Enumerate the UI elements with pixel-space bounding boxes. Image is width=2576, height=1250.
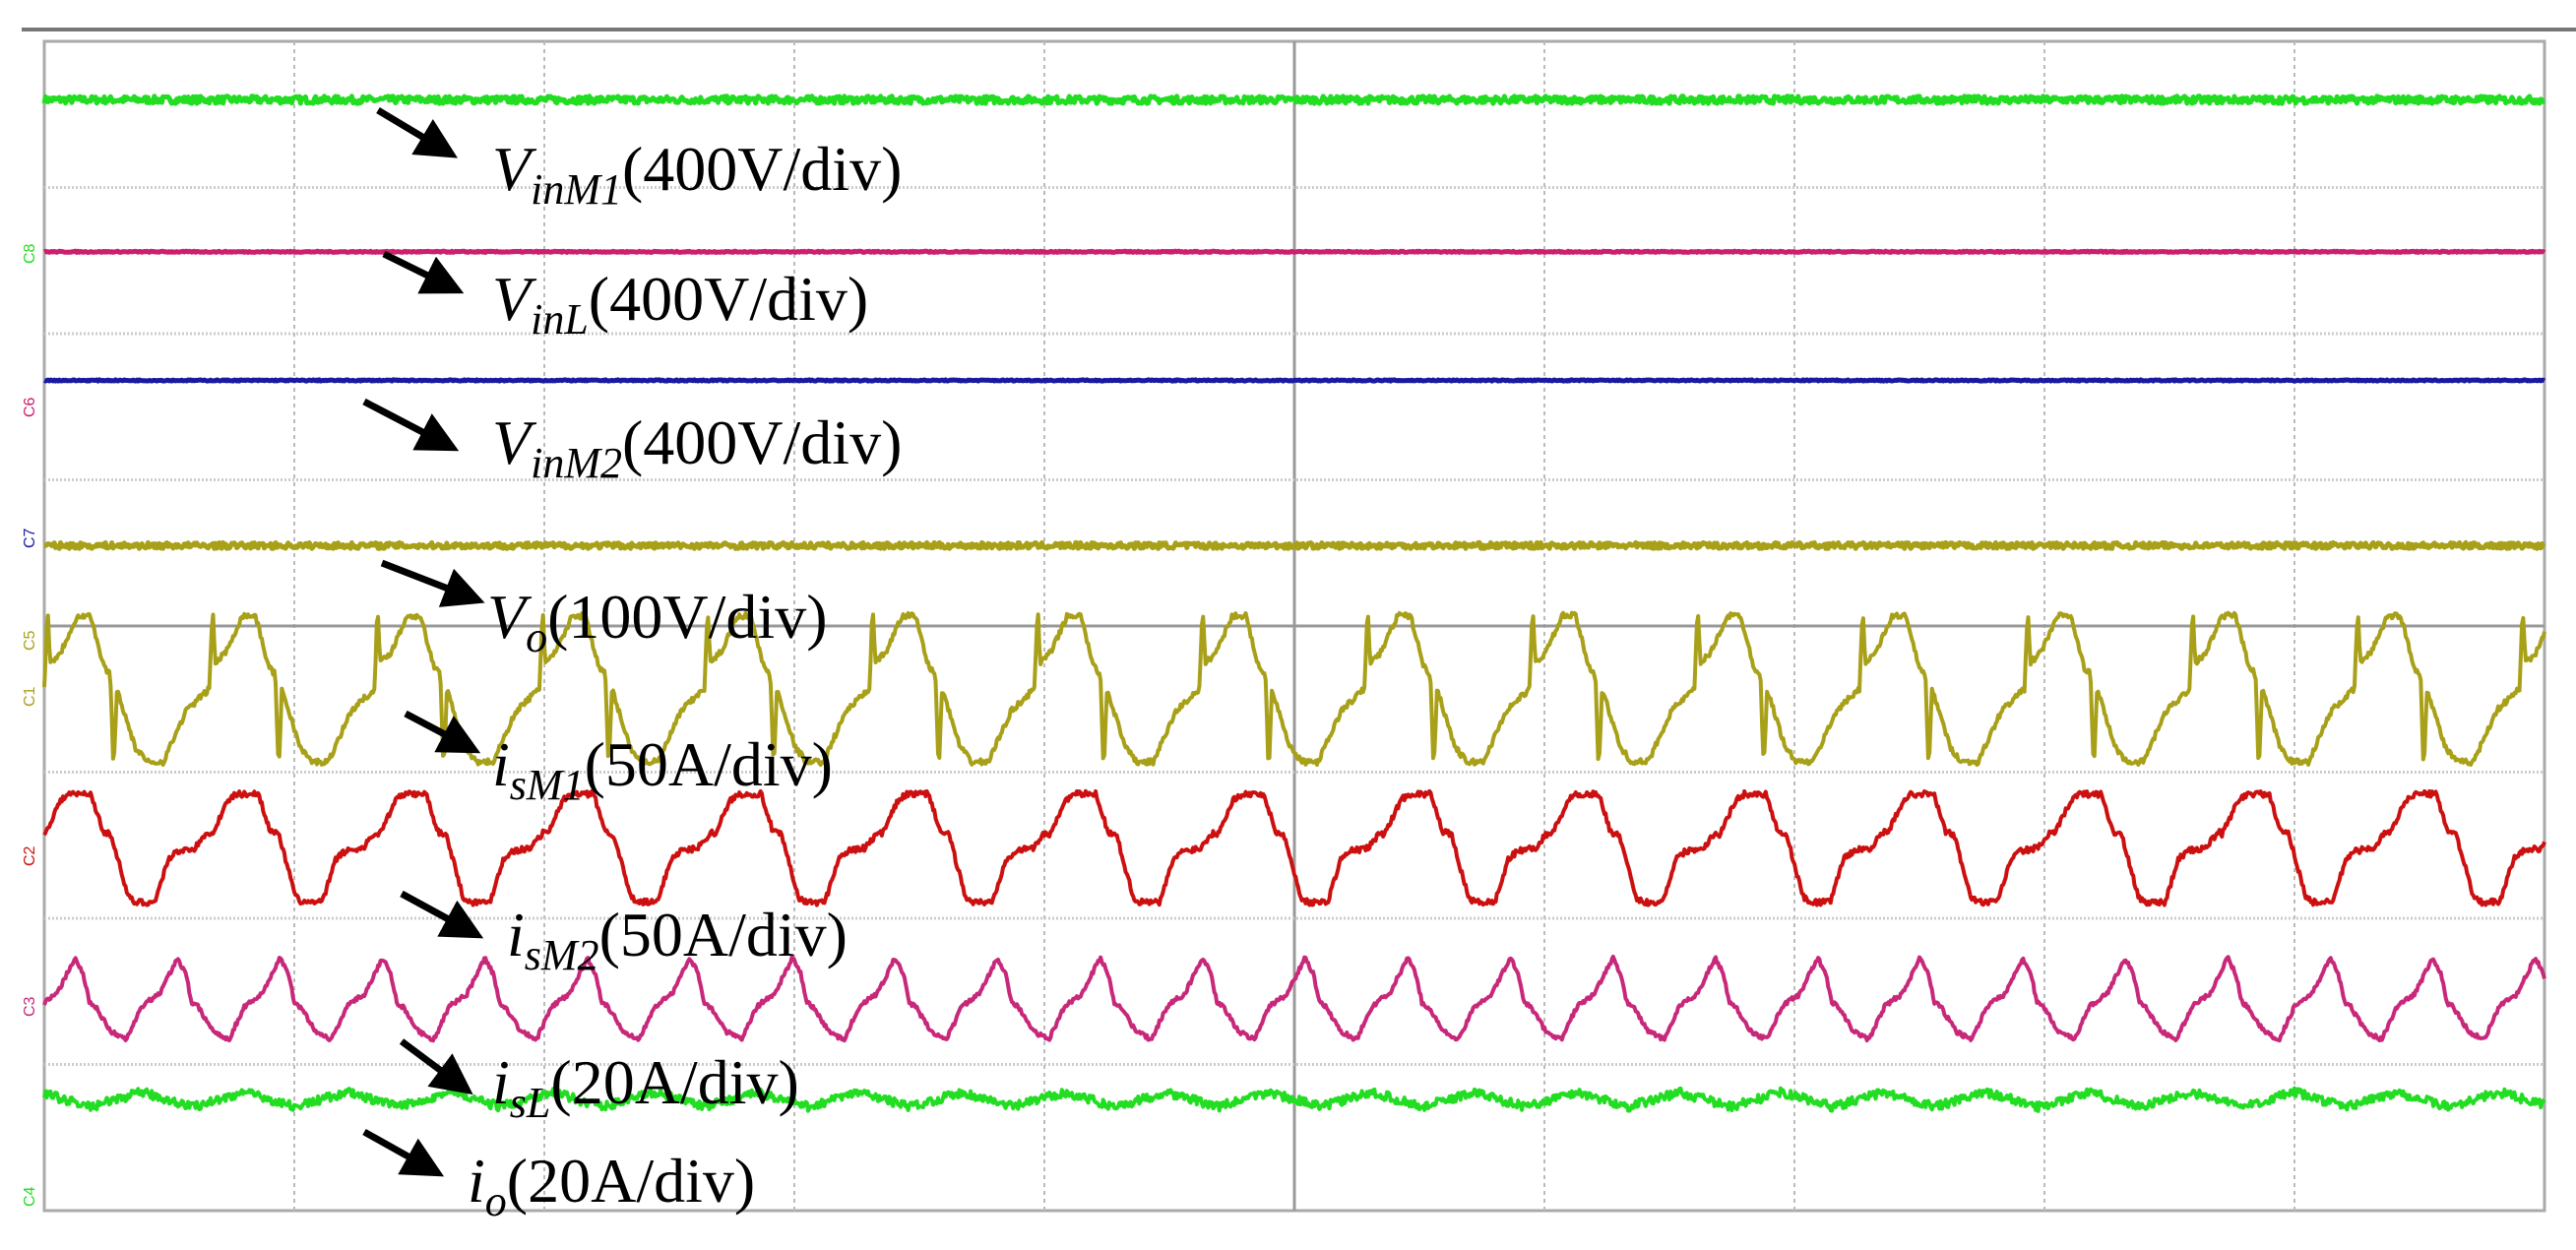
label-vo: Vo(100V/div) bbox=[487, 586, 828, 659]
label-ism1: isM1(50A/div) bbox=[492, 733, 833, 807]
label-scale: (400V/div) bbox=[621, 407, 903, 477]
trace-vinl bbox=[42, 248, 2546, 255]
channel-marker-c1: C1 bbox=[22, 686, 38, 707]
label-scale: (50A/div) bbox=[584, 729, 833, 799]
channel-marker-c6: C6 bbox=[22, 397, 38, 417]
trace-vinm1 bbox=[41, 94, 2546, 106]
channel-marker-c7: C7 bbox=[22, 529, 38, 549]
label-scale: (50A/div) bbox=[598, 900, 848, 969]
label-scale: (400V/div) bbox=[621, 134, 903, 204]
channel-marker-c5: C5 bbox=[22, 630, 38, 652]
label-subscript: sL bbox=[509, 1079, 551, 1127]
label-subscript: inM1 bbox=[531, 165, 622, 214]
label-scale: (100V/div) bbox=[547, 582, 828, 652]
label-symbol: V bbox=[492, 134, 532, 204]
channel-marker-c8: C8 bbox=[22, 243, 38, 264]
label-subscript: inL bbox=[531, 295, 589, 344]
label-vinl: VinL(400V/div) bbox=[492, 268, 868, 342]
channel-marker-c2: C2 bbox=[22, 845, 38, 866]
label-symbol: V bbox=[492, 407, 532, 477]
label-symbol: i bbox=[492, 729, 510, 799]
label-symbol: V bbox=[492, 264, 532, 334]
label-symbol: i bbox=[468, 1146, 485, 1216]
label-vinm1: VinM1(400V/div) bbox=[492, 138, 902, 212]
label-vinm2: VinM2(400V/div) bbox=[492, 411, 902, 485]
label-symbol: V bbox=[487, 582, 527, 652]
label-io: io(20A/div) bbox=[468, 1150, 755, 1223]
label-subscript: sM1 bbox=[509, 761, 585, 809]
label-subscript: o bbox=[484, 1177, 507, 1225]
label-subscript: sM2 bbox=[524, 931, 599, 979]
label-scale: (400V/div) bbox=[588, 264, 869, 334]
label-subscript: inM2 bbox=[531, 439, 622, 487]
label-subscript: o bbox=[526, 613, 548, 661]
label-symbol: i bbox=[492, 1047, 510, 1117]
label-isl: isL(20A/div) bbox=[492, 1051, 799, 1125]
channel-marker-c4: C4 bbox=[22, 1186, 38, 1207]
oscilloscope-plot bbox=[41, 39, 2546, 1213]
trace-vinm2 bbox=[42, 377, 2546, 384]
label-ism2: isM2(50A/div) bbox=[507, 904, 848, 977]
channel-marker-c3: C3 bbox=[22, 996, 38, 1017]
label-scale: (20A/div) bbox=[506, 1146, 756, 1216]
trace-vo bbox=[42, 539, 2546, 551]
label-symbol: i bbox=[507, 900, 525, 969]
label-scale: (20A/div) bbox=[550, 1047, 799, 1117]
